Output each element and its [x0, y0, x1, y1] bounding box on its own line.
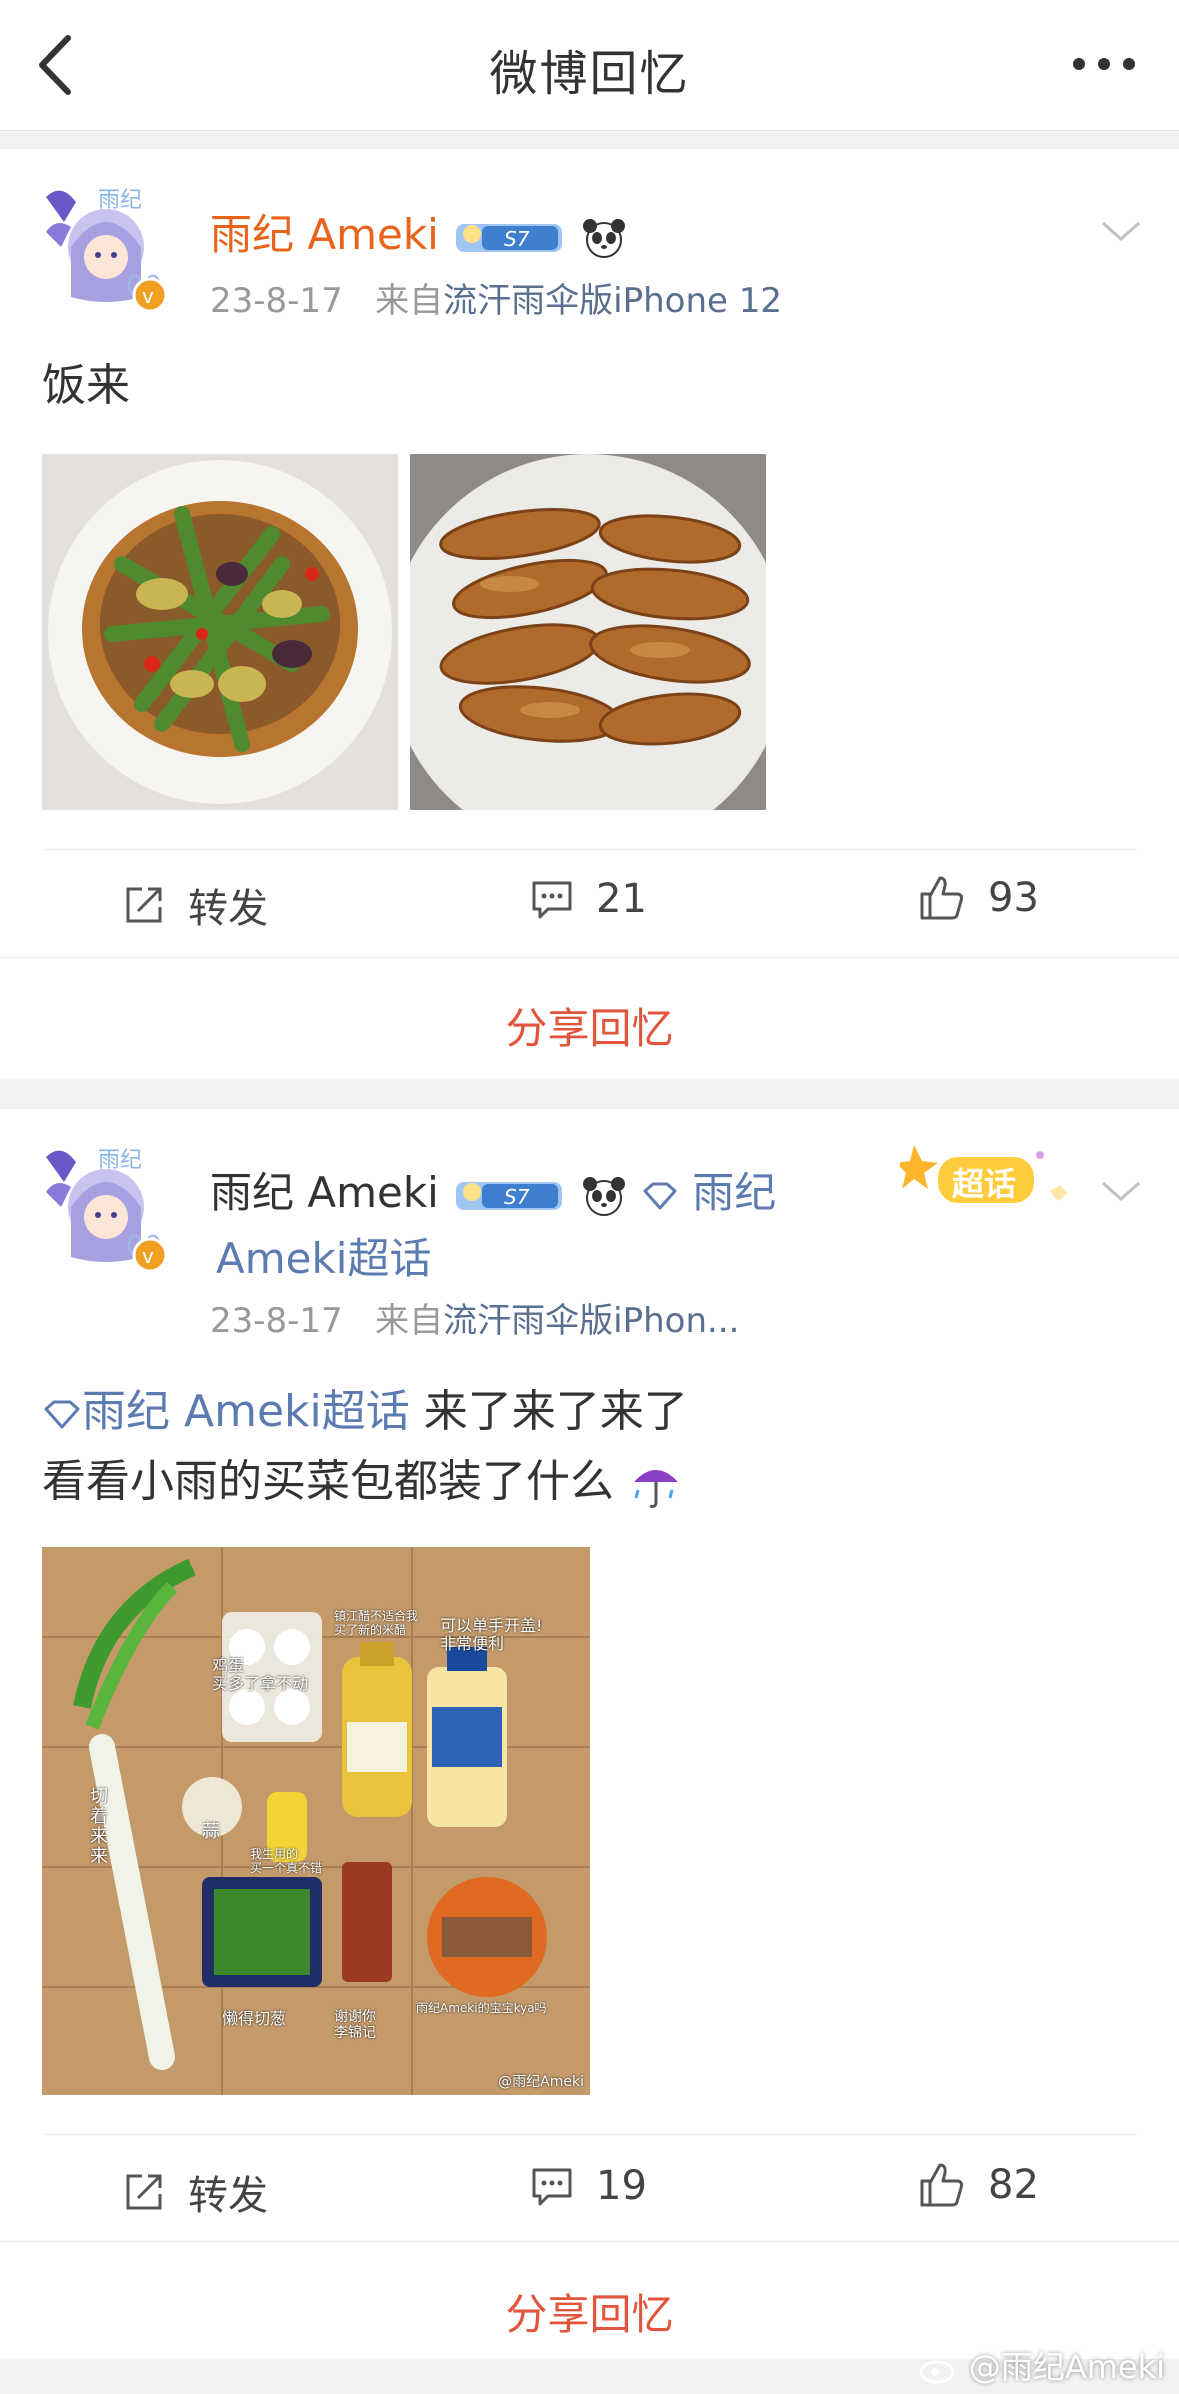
comment-count: 19	[596, 2163, 647, 2209]
super-topic-link[interactable]: 雨纪	[692, 1168, 776, 1217]
post-photo-chicken-wings[interactable]	[410, 454, 766, 810]
repost-icon	[126, 887, 162, 923]
repost-button[interactable]: 转发	[122, 2163, 268, 2221]
chevron-down-icon[interactable]	[1099, 217, 1143, 245]
share-memory-button[interactable]: 分享回忆	[0, 995, 1179, 1056]
post-text: 雨纪 Ameki超话 来了来了来了 看看小雨的买菜包都装了什么	[42, 1377, 688, 1517]
post-photo-groceries[interactable]: 鸡蛋 买多了拿不动 镇江醋不适合我 买了新的米醋 可以单手开盖! 非常便利 切着…	[42, 1547, 590, 2095]
like-count: 82	[988, 2162, 1039, 2208]
panda-emoji-icon	[582, 1176, 625, 1216]
spacer	[0, 131, 1179, 149]
post-source[interactable]: 流汗雨伞版iPhone 12	[443, 281, 782, 321]
level-badge-text: S7	[504, 1185, 530, 1209]
photo-label-chives: 懒得切葱	[222, 2009, 287, 2028]
super-topic-badge-label: 超话	[952, 1165, 1017, 1203]
chevron-down-icon[interactable]	[1099, 1177, 1143, 1205]
more-options-icon[interactable]	[1069, 52, 1139, 76]
level-badge-icon: S7	[456, 223, 563, 252]
page-title: 微博回忆	[489, 46, 690, 102]
photo-label-eggs: 鸡蛋 买多了拿不动	[212, 1656, 309, 1693]
like-button[interactable]: 82	[918, 2161, 1039, 2209]
svg-text:v: v	[142, 284, 154, 308]
post-photo-vegetables[interactable]	[42, 454, 398, 810]
level-badge-icon: S7	[456, 1181, 563, 1210]
panda-emoji-icon	[582, 218, 625, 258]
comment-button[interactable]: 19	[530, 2163, 647, 2209]
photo-label-oil: 可以单手开盖! 非常便利	[440, 1616, 543, 1653]
repost-label: 转发	[188, 886, 268, 932]
user-name[interactable]: 雨纪 Ameki S7 雨纪	[210, 1159, 776, 1220]
repost-icon	[126, 2174, 162, 2210]
post-source[interactable]: 流汗雨伞版iPhon...	[443, 1301, 739, 1341]
level-badge-text: S7	[504, 227, 530, 251]
divider	[42, 849, 1137, 850]
repost-label: 转发	[188, 2173, 268, 2219]
divider	[0, 2241, 1179, 2242]
divider	[0, 957, 1179, 958]
post-text-line-1: 来了来了来了	[409, 1386, 688, 1437]
svg-text:雨纪: 雨纪	[98, 1148, 142, 1173]
comment-count: 21	[596, 876, 647, 922]
post-meta: 23-8-17 来自流汗雨伞版iPhon...	[210, 1293, 739, 1342]
like-button[interactable]: 93	[918, 874, 1039, 922]
user-name[interactable]: 雨纪 Ameki S7	[210, 201, 628, 262]
post-text: 饭来	[42, 360, 130, 411]
spacer	[0, 1079, 1179, 1109]
footer-watermark-text: @雨纪Ameki	[968, 2348, 1165, 2386]
thumbs-up-icon	[920, 2163, 964, 2207]
post-card: 雨纪 00 v 雨纪 Ameki S7 23-8-17 来自流汗雨伞版iPhon…	[0, 149, 1179, 1079]
photo-label-lemon: 我生用的 买一个真不错	[250, 1847, 323, 1875]
super-topic-link-continued[interactable]: Ameki超话	[216, 1225, 431, 1286]
source-prefix: 来自	[375, 281, 444, 321]
photo-label-vinegar: 镇江醋不适合我 买了新的米醋	[334, 1609, 419, 1637]
thumbs-up-icon	[920, 876, 964, 920]
user-avatar[interactable]: 雨纪 00 v	[36, 177, 176, 317]
comment-button[interactable]: 21	[530, 876, 647, 922]
svg-text:v: v	[142, 1244, 154, 1268]
post-text-line-2: 看看小雨的买菜包都装了什么	[42, 1456, 614, 1507]
photo-label-noodle: 雨纪Ameki的宝宝kya吗	[416, 2001, 547, 2015]
super-topic-badge[interactable]: 超话	[896, 1139, 1080, 1219]
super-topic-link[interactable]: 雨纪 Ameki超话	[82, 1386, 410, 1437]
comment-icon	[532, 881, 572, 919]
source-prefix: 来自	[375, 1301, 444, 1341]
weibo-logo-icon	[919, 2360, 955, 2384]
user-name-text: 雨纪 Ameki	[210, 210, 439, 259]
footer-watermark: @雨纪Ameki	[919, 2342, 1165, 2388]
repost-button[interactable]: 转发	[122, 876, 268, 934]
post-card: 雨纪 00 v 雨纪 Ameki S7 雨纪 Ameki超话	[0, 1109, 1179, 2359]
top-nav-bar: 微博回忆	[0, 0, 1179, 131]
user-avatar[interactable]: 雨纪 00 v	[36, 1137, 176, 1277]
post-time: 23-8-17	[210, 1301, 343, 1341]
photo-watermark: @雨纪Ameki	[498, 2074, 584, 2090]
post-time: 23-8-17	[210, 281, 343, 321]
photo-label-garlic: 蒜	[202, 1821, 220, 1842]
divider	[42, 2134, 1137, 2135]
super-topic-diamond-icon	[44, 1400, 80, 1429]
photo-label-paste: 谢谢你 李锦记	[334, 2009, 376, 2041]
svg-text:雨纪: 雨纪	[98, 188, 142, 213]
like-count: 93	[988, 875, 1039, 921]
comment-icon	[532, 2168, 572, 2206]
photo-label-scallion: 切着来来	[90, 1786, 108, 1867]
umbrella-rain-emoji-icon	[634, 1470, 678, 1508]
share-memory-button[interactable]: 分享回忆	[0, 2281, 1179, 2342]
user-name-text: 雨纪 Ameki	[210, 1168, 439, 1217]
super-topic-diamond-icon	[643, 1182, 677, 1209]
post-meta: 23-8-17 来自流汗雨伞版iPhone 12	[210, 273, 782, 322]
